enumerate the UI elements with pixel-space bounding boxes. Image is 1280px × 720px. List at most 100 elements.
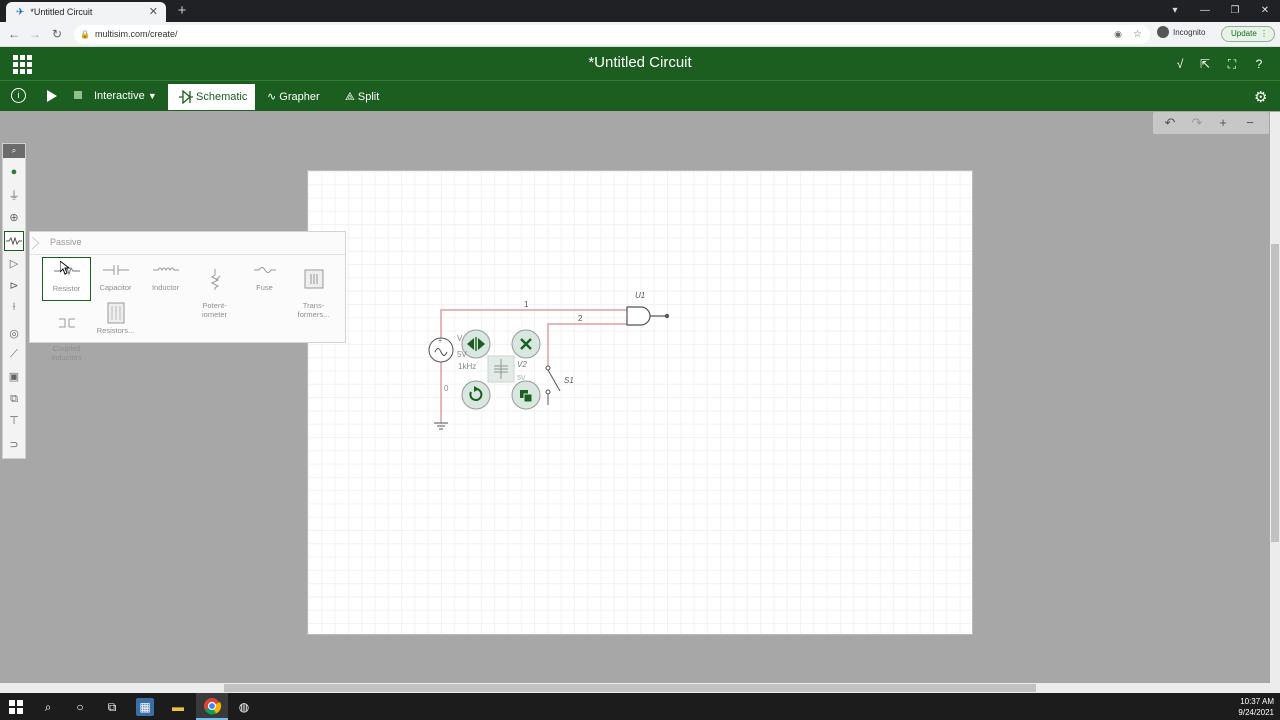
clock-time: 10:37 AM [1240,697,1274,706]
popup-arrow-icon [30,236,42,255]
obs-app-icon[interactable]: ◍ [235,698,253,716]
capacitor-label: Capacitor [99,283,132,292]
potentiometer-component[interactable]: Potent- iometer [190,257,239,319]
inductor-component[interactable]: Inductor [141,257,190,301]
new-tab-icon[interactable]: + [174,2,190,20]
inductor-label: Inductor [151,283,180,292]
windows-start-icon[interactable] [7,698,25,716]
capacitor-icon [91,259,140,283]
tab-schematic[interactable]: Schematic [168,84,255,110]
svg-text:+: + [438,338,442,345]
meter-icon[interactable]: ◎ [4,324,24,344]
grapher-wave-icon: ∿ [267,91,277,103]
coupled-inductors-component[interactable]: Coupled Inductors [42,300,91,362]
mixed-icon[interactable]: ⧉ [4,389,24,409]
resistors-more-label: Resistors... [96,326,135,335]
incognito-icon [1157,26,1169,38]
relay-icon[interactable]: ⊤ [4,411,24,431]
system-clock[interactable]: 10:37 AM 9/24/2021 [1228,696,1274,718]
vertical-scroll-thumb[interactable] [1271,244,1279,542]
switch-icon[interactable]: ⟋ [4,344,24,364]
diode-icon[interactable]: ⊳ [4,276,24,296]
help-icon[interactable]: ? [1251,56,1267,72]
browser-tab-strip: ✈ *Untitled Circuit ✕ + ▾ — ❐ ✕ [0,0,1280,22]
share-icon[interactable]: ⇱ [1197,56,1213,72]
probe-icon[interactable]: ● [4,162,24,182]
mode-label: Interactive [94,90,145,102]
task-view-icon[interactable]: ⧉ [103,698,121,716]
chrome-taskbar-button[interactable] [196,693,228,720]
ground-source-icon[interactable]: ⏚ [4,186,24,206]
resistor-label: Resistor [52,284,81,293]
transformers-component[interactable]: Trans- formers... [289,257,338,319]
redo-icon[interactable]: ↷ [1188,115,1206,131]
tab-split-label: Split [357,91,380,103]
profile-menu-icon[interactable]: ▾ [1160,0,1190,22]
update-button[interactable]: Update ⋮ [1221,26,1275,42]
search-icon[interactable]: ⌕ [3,144,25,158]
mouse-cursor-icon [59,259,71,280]
tab-grapher[interactable]: ∿ Grapher [267,84,320,110]
tab-close-icon[interactable]: ✕ [149,5,158,18]
forward-icon[interactable]: → [27,26,43,42]
transistor-icon[interactable]: ⟊ [4,297,24,317]
url-field[interactable]: 🔒 multisim.com/create/ ◉ ☆ [74,25,1150,44]
circuit-title[interactable]: *Untitled Circuit [0,54,1280,71]
incognito-label: Incognito [1173,27,1206,37]
source-freq-label: 1kHz [458,362,477,371]
source2-value-label: 5V [517,375,526,380]
lock-icon: 🔒 [80,30,90,39]
file-explorer-icon[interactable]: ▬ [169,698,187,716]
chrome-icon [204,698,221,715]
schematic-canvas[interactable]: + 1 2 0 U1 S1 V 5V 1kHz V2 5V [307,170,973,635]
zoom-out-icon[interactable]: − [1241,115,1259,131]
ic-icon[interactable]: ▣ [4,367,24,387]
settings-gear-icon[interactable]: ⚙ [1254,88,1267,106]
switch-s1 [545,365,561,405]
coupled-inductors-label: Coupled Inductors [51,344,82,362]
interactive-mode-dropdown[interactable]: Interactive ▼ [94,90,157,102]
schematic-diode-icon [179,84,193,120]
restore-icon[interactable]: ❐ [1220,0,1250,22]
back-icon[interactable]: ← [6,26,22,42]
reload-icon[interactable]: ↻ [49,26,65,42]
opamp-icon[interactable]: ▷ [4,254,24,274]
net-label-2: 2 [578,314,583,323]
taskbar-search-icon[interactable]: ⌕ [39,698,57,716]
kebab-menu-icon: ⋮ [1260,29,1268,38]
tracking-off-icon[interactable]: ◉ [1114,25,1122,44]
fullscreen-icon[interactable]: ⛶ [1224,56,1240,72]
wire-net-2 [547,323,627,367]
update-label: Update [1231,29,1257,38]
browser-tab[interactable]: ✈ *Untitled Circuit ✕ [6,2,166,22]
zoom-in-icon[interactable]: + [1214,115,1232,131]
horizontal-scroll-thumb[interactable] [224,684,1036,692]
tab-split[interactable]: ⟁ Split [345,84,379,110]
stop-icon[interactable] [74,91,82,99]
chevron-down-icon: ▼ [147,91,157,101]
simulate-analysis-icon[interactable]: √ [1172,56,1188,72]
net-label-1: 1 [524,300,529,309]
info-icon[interactable]: i [11,88,26,103]
tab-schematic-label: Schematic [196,91,248,103]
net-label-0: 0 [444,384,449,393]
source2-ref-label: V2 [517,360,527,369]
cortana-icon[interactable]: ○ [71,698,89,716]
undo-icon[interactable]: ↶ [1161,115,1179,131]
browser-address-bar: ← → ↻ 🔒 multisim.com/create/ ◉ ☆ Incogni… [0,22,1280,47]
potentiometer-icon [190,268,239,292]
resistors-more-component[interactable]: Resistors... [91,300,140,344]
run-play-icon[interactable] [47,89,57,107]
fuse-label: Fuse [256,283,273,292]
capacitor-component[interactable]: Capacitor [91,257,140,301]
passive-category-icon[interactable] [4,231,24,251]
coupled-inductors-icon [42,311,91,335]
fuse-component[interactable]: Fuse [240,257,289,301]
bookmark-star-icon[interactable]: ☆ [1133,25,1142,44]
logic-gate-icon[interactable]: ⊃ [4,435,24,455]
switch-ref-label: S1 [564,376,574,385]
calculator-app-icon[interactable]: ▦ [136,698,154,716]
window-close-icon[interactable]: ✕ [1250,0,1280,22]
source-icon[interactable]: ⊕ [4,208,24,228]
minimize-icon[interactable]: — [1190,0,1220,22]
